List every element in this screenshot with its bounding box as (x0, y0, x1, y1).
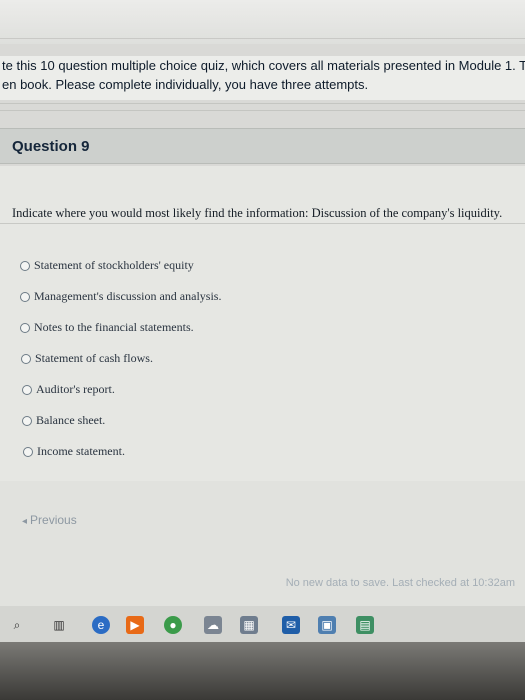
edge-icon[interactable]: e (92, 616, 110, 634)
screen: te this 10 question multiple choice quiz… (0, 0, 525, 700)
weather-icon[interactable]: ☁ (204, 616, 222, 634)
media-icon[interactable]: ▶ (126, 616, 144, 634)
option-label: Management's discussion and analysis. (34, 289, 222, 303)
option-label: Statement of cash flows. (35, 351, 153, 365)
notes-icon[interactable]: ▤ (356, 616, 374, 634)
radio-button[interactable] (21, 353, 31, 364)
divider (0, 110, 525, 111)
question-body: Indicate where you would most likely fin… (0, 166, 525, 481)
answer-option[interactable]: Management's discussion and analysis. (20, 289, 221, 304)
instructions-line-2: en book. Please complete individually, y… (2, 77, 369, 92)
task-view-icon[interactable]: ▥ (50, 616, 68, 634)
instructions-line-1: te this 10 question multiple choice quiz… (2, 58, 525, 73)
chevron-left-icon: ◂ (22, 516, 28, 527)
answer-option[interactable]: Auditor's report. (22, 382, 115, 397)
divider (0, 223, 525, 224)
outlook-icon[interactable]: ✉ (282, 616, 300, 634)
radio-button[interactable] (23, 446, 33, 457)
quiz-instructions: te this 10 question multiple choice quiz… (0, 56, 525, 100)
radio-button[interactable] (20, 322, 30, 333)
radio-button[interactable] (22, 415, 32, 426)
radio-button[interactable] (20, 260, 30, 271)
answer-option[interactable]: Balance sheet. (22, 413, 105, 428)
answer-option[interactable]: Income statement. (23, 444, 125, 459)
divider (0, 103, 525, 104)
previous-label: Previous (30, 513, 77, 527)
previous-button[interactable]: ◂ Previous (22, 513, 77, 527)
store-icon[interactable]: ▦ (240, 616, 258, 634)
top-band (0, 0, 525, 44)
search-icon[interactable]: ⌕ (8, 616, 26, 634)
answer-option[interactable]: Notes to the financial statements. (20, 320, 194, 335)
answer-option[interactable]: Statement of cash flows. (21, 351, 153, 366)
quiz-footer: ◂ Previous No new data to save. Last chec… (0, 481, 525, 611)
divider (0, 38, 525, 39)
desk-surface (0, 642, 525, 700)
radio-button[interactable] (20, 291, 30, 302)
option-label: Statement of stockholders' equity (34, 258, 194, 272)
radio-button[interactable] (22, 384, 32, 395)
answer-option[interactable]: Statement of stockholders' equity (20, 258, 194, 273)
photos-icon[interactable]: ▣ (318, 616, 336, 634)
option-label: Auditor's report. (36, 382, 115, 396)
taskbar: ⌕ ▥ e ▶ ● ☁ ▦ ✉ ▣ ▤ (0, 606, 525, 642)
question-header: Question 9 (0, 128, 525, 164)
save-status: No new data to save. Last checked at 10:… (285, 577, 515, 589)
question-title: Question 9 (12, 138, 90, 155)
option-label: Income statement. (37, 444, 125, 458)
option-label: Balance sheet. (36, 413, 106, 427)
chrome-icon[interactable]: ● (164, 616, 182, 634)
option-label: Notes to the financial statements. (34, 320, 194, 334)
question-prompt: Indicate where you would most likely fin… (12, 206, 503, 220)
